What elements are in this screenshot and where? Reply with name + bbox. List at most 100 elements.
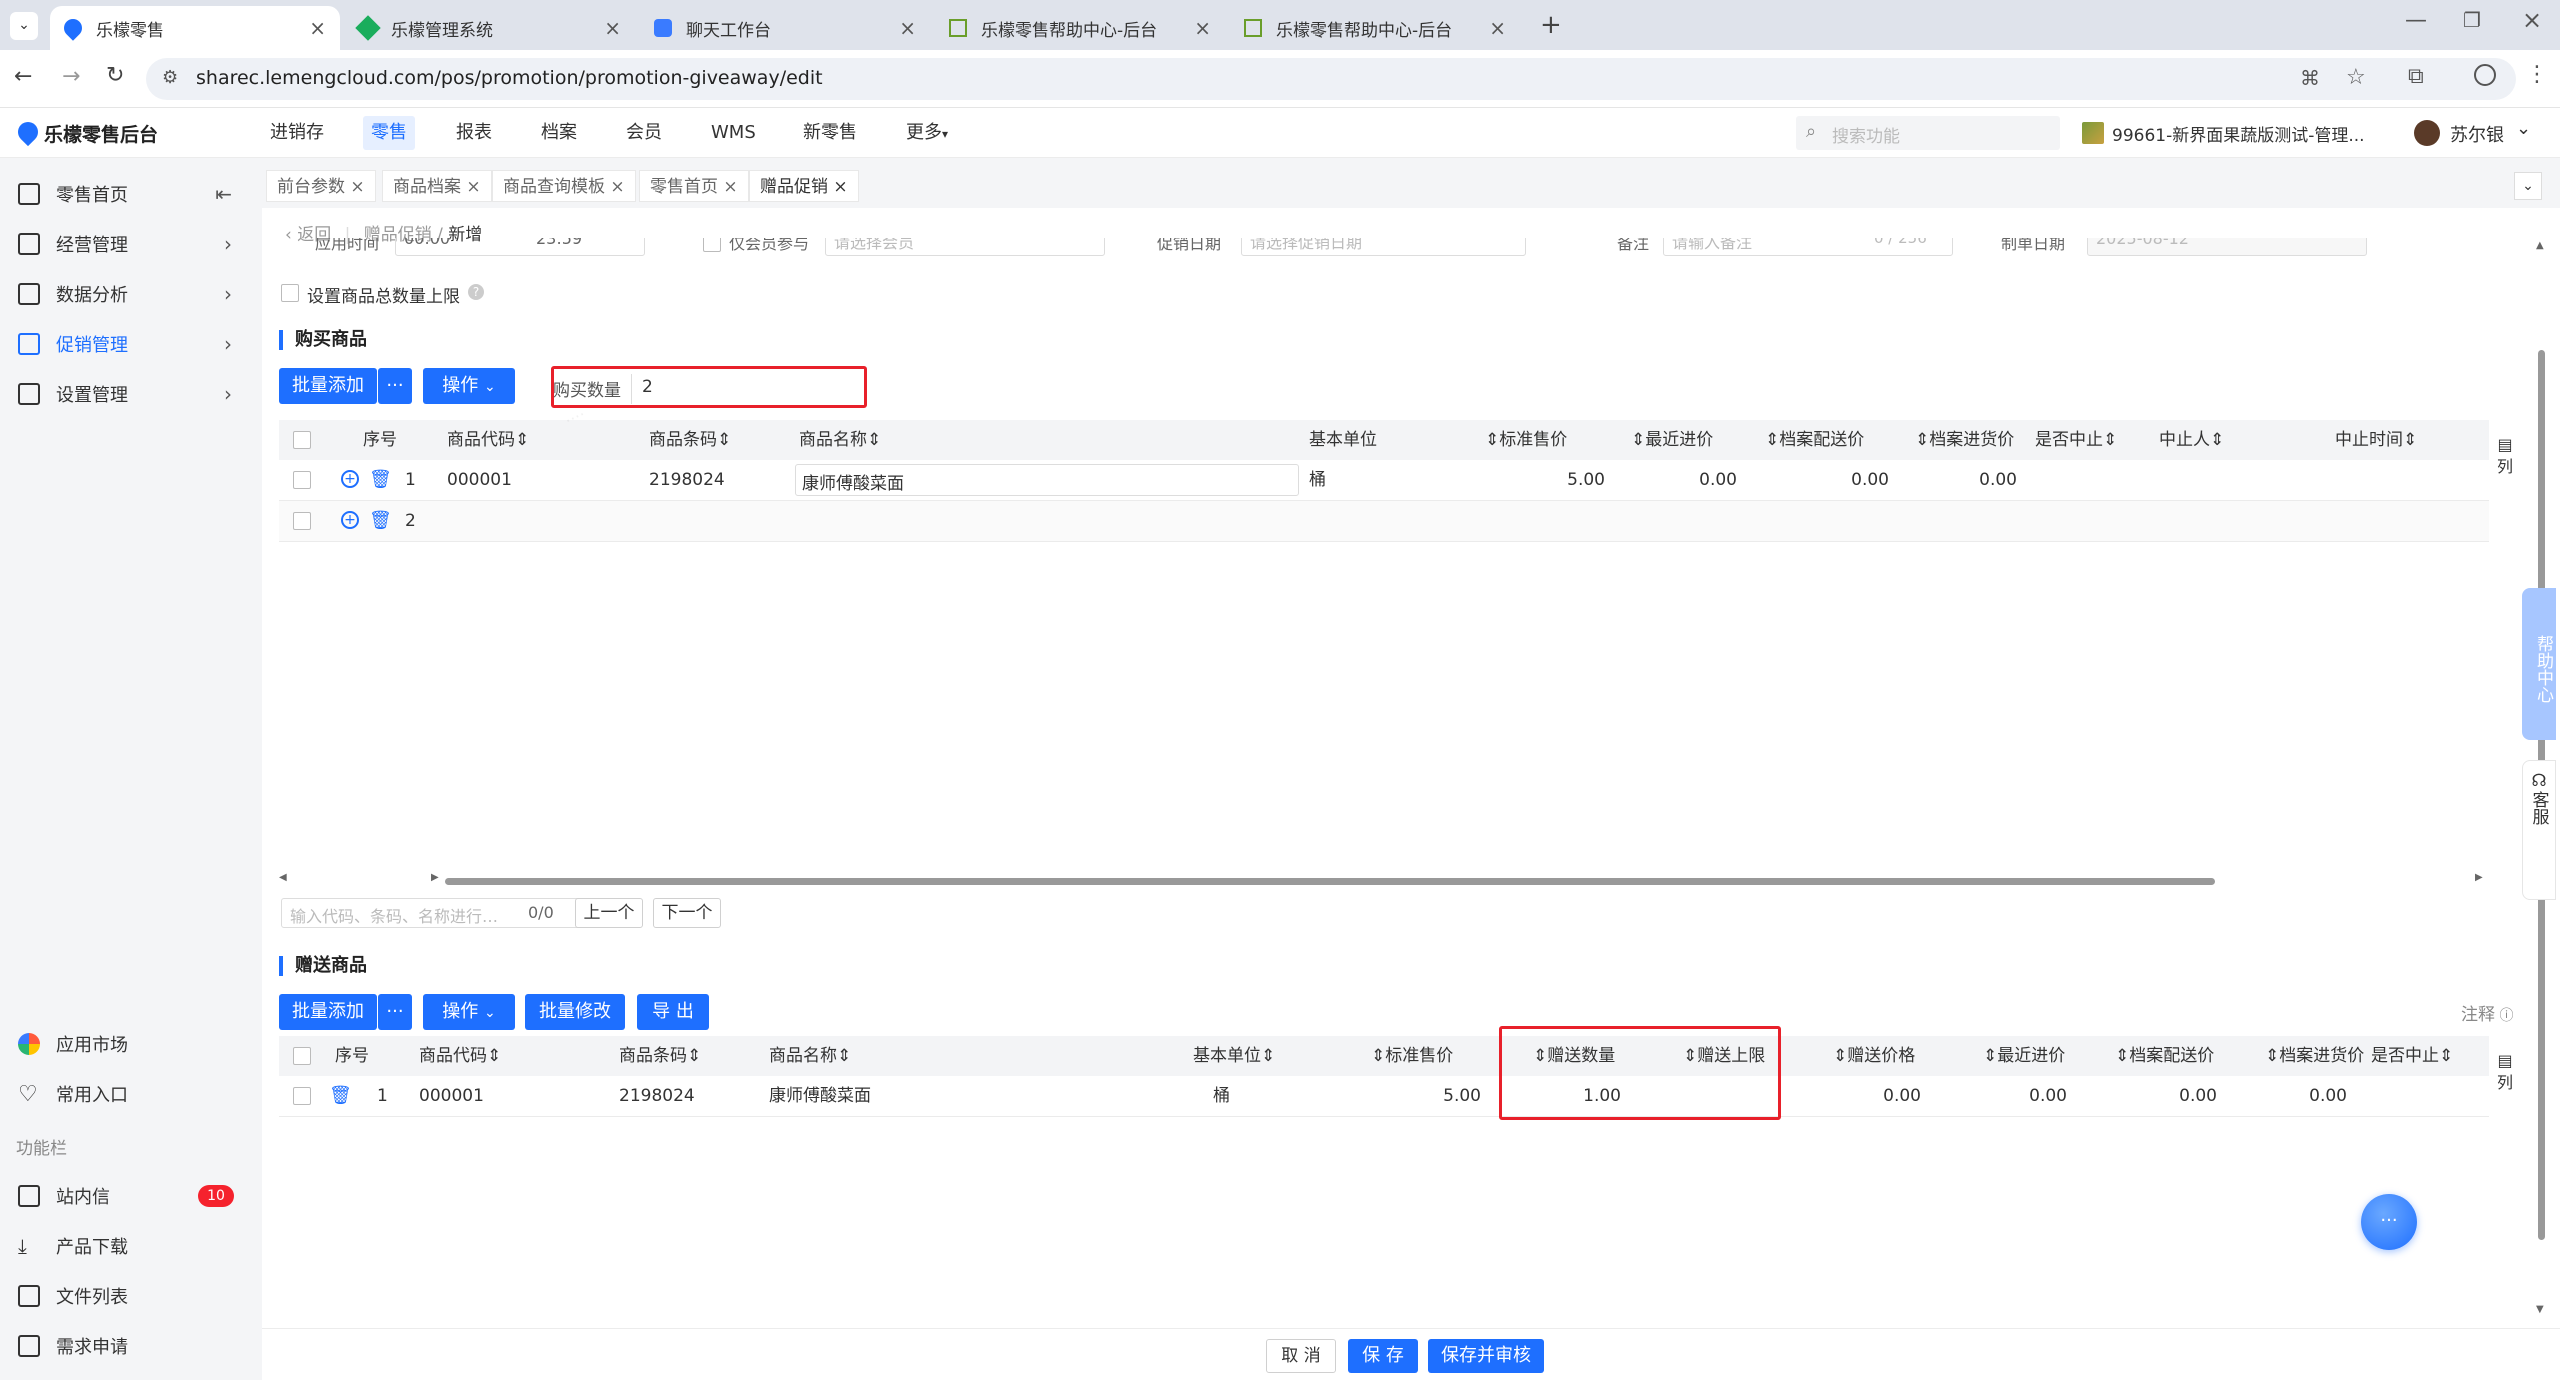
gift-col-unit[interactable]: 基本单位⇕ <box>1193 1036 1275 1076</box>
close-tab-icon[interactable]: × <box>1489 16 1506 40</box>
gift-col-purchase[interactable]: ⇕档案进货价 <box>2265 1036 2364 1076</box>
gift-price-cell[interactable]: 0.00 <box>1833 1076 1921 1116</box>
gift-export-button[interactable]: 导 出 <box>637 994 709 1030</box>
product-name-input[interactable]: 康师傅酸菜面 <box>795 464 1299 496</box>
buy-search-input[interactable]: 输入代码、条码、名称进行… 0/0 <box>281 898 581 928</box>
sidebar-item-operations[interactable]: 经营管理 › <box>0 222 262 266</box>
page-tab-retail-home[interactable]: 零售首页 × <box>639 170 749 202</box>
cancel-button[interactable]: 取 消 <box>1266 1339 1336 1373</box>
remark-input[interactable]: 请输入备注 0 / 256 <box>1663 238 1953 256</box>
member-select[interactable]: 请选择会员 <box>825 238 1105 256</box>
gift-batch-edit-button[interactable]: 批量修改 <box>525 994 625 1030</box>
row-checkbox[interactable] <box>293 1087 311 1105</box>
gift-operate-button[interactable]: 操作 ⌄ <box>423 994 515 1030</box>
buy-col-stopped[interactable]: 是否中止⇕ <box>2035 420 2117 460</box>
delete-row-icon[interactable]: 🗑 <box>369 469 392 490</box>
buy-col-name[interactable]: 商品名称⇕ <box>799 420 881 460</box>
buy-select-all-checkbox[interactable] <box>293 431 311 449</box>
sidebar-item-promotion[interactable]: 促销管理 › <box>0 322 262 366</box>
close-icon[interactable]: × <box>466 177 480 197</box>
nav-wms[interactable]: WMS <box>703 116 764 150</box>
buy-col-stop-time[interactable]: 中止时间⇕ <box>2335 420 2417 460</box>
promo-date-picker[interactable]: 请选择促销日期 <box>1241 238 1526 256</box>
close-tab-icon[interactable]: × <box>309 16 326 40</box>
url-field[interactable]: ⚙ sharec.lemengcloud.com/pos/promotion/p… <box>146 58 2516 100</box>
sidebar-messages[interactable]: 站内信 10 <box>0 1174 262 1218</box>
store-selector[interactable]: 99661-新界面果蔬版测试-管理... <box>2112 121 2365 146</box>
add-row-icon[interactable]: + <box>341 470 359 488</box>
scroll-left-icon[interactable]: ◀ <box>279 872 287 883</box>
buy-horizontal-scrollbar[interactable]: ◀ ▶ ▶ <box>279 872 2489 890</box>
customer-service-tab[interactable]: ☊ 客服 <box>2522 760 2556 900</box>
gift-column-settings[interactable]: ▤ 列 <box>2497 1050 2513 1094</box>
nav-retail[interactable]: 零售 <box>363 116 415 150</box>
new-tab-icon[interactable]: + <box>1540 10 1562 40</box>
member-only-checkbox[interactable] <box>703 238 721 252</box>
browser-tab-2[interactable]: 聊天工作台 × <box>640 6 930 50</box>
save-and-audit-button[interactable]: 保存并审核 <box>1428 1339 1544 1373</box>
reload-icon[interactable]: ↻ <box>106 63 124 88</box>
buy-col-code[interactable]: 商品代码⇕ <box>447 420 529 460</box>
function-search[interactable]: ⌕ 搜索功能 <box>1796 116 2060 150</box>
close-icon[interactable]: × <box>833 177 847 197</box>
user-menu-chevron-icon[interactable]: ⌄ <box>2516 118 2531 139</box>
bookmark-star-icon[interactable]: ☆ <box>2346 65 2366 90</box>
sidebar-item-retail-home[interactable]: 零售首页 ⇤ <box>0 172 262 216</box>
sidebar-requests[interactable]: 需求申请 <box>0 1324 262 1368</box>
buy-col-last-in[interactable]: ⇕最近进价 <box>1631 420 1713 460</box>
nav-member[interactable]: 会员 <box>618 116 670 150</box>
gift-col-last-in[interactable]: ⇕最近进价 <box>1983 1036 2065 1076</box>
help-center-tab[interactable]: 帮助中心 <box>2522 588 2556 740</box>
row-checkbox[interactable] <box>293 471 311 489</box>
user-avatar[interactable] <box>2414 120 2440 146</box>
close-icon[interactable]: × <box>350 177 364 197</box>
floating-assistant-icon[interactable]: ··· <box>2361 1194 2417 1250</box>
save-button[interactable]: 保 存 <box>1348 1339 1418 1373</box>
gift-col-gift-price[interactable]: ⇕赠送价格 <box>1833 1036 1915 1076</box>
scroll-thumb[interactable] <box>445 878 2215 885</box>
sidebar-item-analytics[interactable]: 数据分析 › <box>0 272 262 316</box>
extensions-icon[interactable]: ⧉ <box>2408 64 2424 89</box>
buy-col-stopper[interactable]: 中止人⇕ <box>2159 420 2224 460</box>
browser-tab-3[interactable]: 乐檬零售帮助中心-后台 × <box>935 6 1225 50</box>
gift-col-dist[interactable]: ⇕档案配送价 <box>2115 1036 2214 1076</box>
scroll-right-icon[interactable]: ▶ <box>2475 872 2483 883</box>
nav-archive[interactable]: 档案 <box>533 116 585 150</box>
nav-more[interactable]: 更多▾ <box>898 116 956 150</box>
close-icon[interactable]: × <box>610 177 624 197</box>
buy-col-barcode[interactable]: 商品条码⇕ <box>649 420 731 460</box>
nav-jinxiaocun[interactable]: 进销存 <box>262 116 332 150</box>
next-match-button[interactable]: 下一个 <box>653 898 721 928</box>
delete-row-icon[interactable]: 🗑 <box>369 510 392 531</box>
gift-batch-add-button[interactable]: 批量添加 <box>279 994 377 1030</box>
browser-menu-icon[interactable]: ⋮ <box>2526 62 2548 87</box>
row-checkbox[interactable] <box>293 512 311 530</box>
gift-col-stopped[interactable]: 是否中止⇕ <box>2371 1036 2453 1076</box>
collapse-sidebar-icon[interactable]: ⇤ <box>215 182 232 206</box>
scroll-up-icon[interactable]: ▲ <box>2536 240 2544 251</box>
buy-col-purchase[interactable]: ⇕档案进货价 <box>1915 420 2014 460</box>
close-window-icon[interactable]: × <box>2522 6 2542 34</box>
browser-tab-1[interactable]: 乐檬管理系统 × <box>345 6 635 50</box>
translate-icon[interactable]: ⌘ <box>2300 66 2320 90</box>
limit-total-checkbox[interactable] <box>281 284 299 302</box>
apply-time-range[interactable]: 00:00 23:59 <box>395 238 645 256</box>
restore-icon[interactable]: ❐ <box>2463 8 2481 32</box>
tab-list-button[interactable]: ⌄ <box>10 12 38 40</box>
buy-col-dist[interactable]: ⇕档案配送价 <box>1765 420 1864 460</box>
sidebar-item-settings[interactable]: 设置管理 › <box>0 372 262 416</box>
forward-icon[interactable]: → <box>62 64 80 89</box>
gift-select-all-checkbox[interactable] <box>293 1047 311 1065</box>
buy-col-price[interactable]: ⇕标准售价 <box>1485 420 1567 460</box>
sidebar-favorites[interactable]: ♡ 常用入口 <box>0 1072 262 1116</box>
gift-more-button[interactable]: ··· <box>378 994 412 1030</box>
buy-operate-button[interactable]: 操作 ⌄ <box>423 368 515 404</box>
help-icon[interactable]: ? <box>468 284 484 300</box>
gift-col-barcode[interactable]: 商品条码⇕ <box>619 1036 701 1076</box>
add-row-icon[interactable]: + <box>341 511 359 529</box>
sidebar-files[interactable]: 文件列表 <box>0 1274 262 1318</box>
close-tab-icon[interactable]: × <box>899 16 916 40</box>
page-tab-product-archive[interactable]: 商品档案 × <box>382 170 492 202</box>
browser-tab-0[interactable]: 乐檬零售 × <box>50 6 340 50</box>
gift-col-code[interactable]: 商品代码⇕ <box>419 1036 501 1076</box>
